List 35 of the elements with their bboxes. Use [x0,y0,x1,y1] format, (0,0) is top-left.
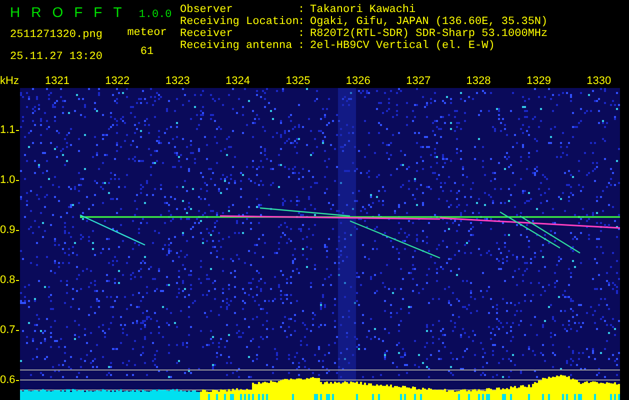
axis-unit: kHz [0,74,20,88]
info-separator: : [298,16,306,28]
x-axis-label: 1328 [465,74,492,88]
y-axis-label: 1.0 [0,172,16,188]
x-axis-label: 1326 [344,74,372,88]
x-axis-label: 1324 [224,74,252,88]
counter-label: meteor [127,26,167,41]
app-version: 1.0.0 [138,8,172,23]
y-axis-label: 0.8 [0,272,16,288]
x-axis-label: 1322 [104,74,131,88]
info-separator: : [298,4,306,16]
file-name: 2511271320.png [10,28,104,42]
x-axis-label: 1327 [405,74,432,88]
y-axis-label: 0.7 [0,322,16,338]
x-axis-label: 1321 [44,74,70,88]
info-label: Receiving Location [180,16,298,28]
info-separator: : [298,28,306,40]
x-axis-label: 1330 [586,74,612,88]
x-axis-label: 1325 [284,74,312,88]
x-axis-label: 1323 [164,74,191,88]
info-value: Ogaki, Gifu, JAPAN (136.60E, 35.35N) [310,16,548,28]
meteor-count: 61 [140,44,154,60]
info-label: Receiver [180,28,234,40]
info-value: Takanori Kawachi [310,4,416,16]
info-label: Observer [180,4,234,16]
app-title: HROFFT [10,3,133,22]
info-label: Receiving antenna [180,40,294,52]
info-value: R820T2(RTL-SDR) SDR-Sharp 53.1000MHz [310,28,548,40]
y-axis-label: 1.1 [0,122,16,138]
y-axis-label: 0.6 [0,372,16,388]
info-separator: : [298,40,306,52]
x-axis-label: 1329 [525,74,552,88]
info-value: 2el-HB9CV Vertical (el. E-W) [310,40,495,52]
date-time: 25.11.27 13:20 [10,50,104,65]
y-axis-label: 0.9 [0,222,16,238]
